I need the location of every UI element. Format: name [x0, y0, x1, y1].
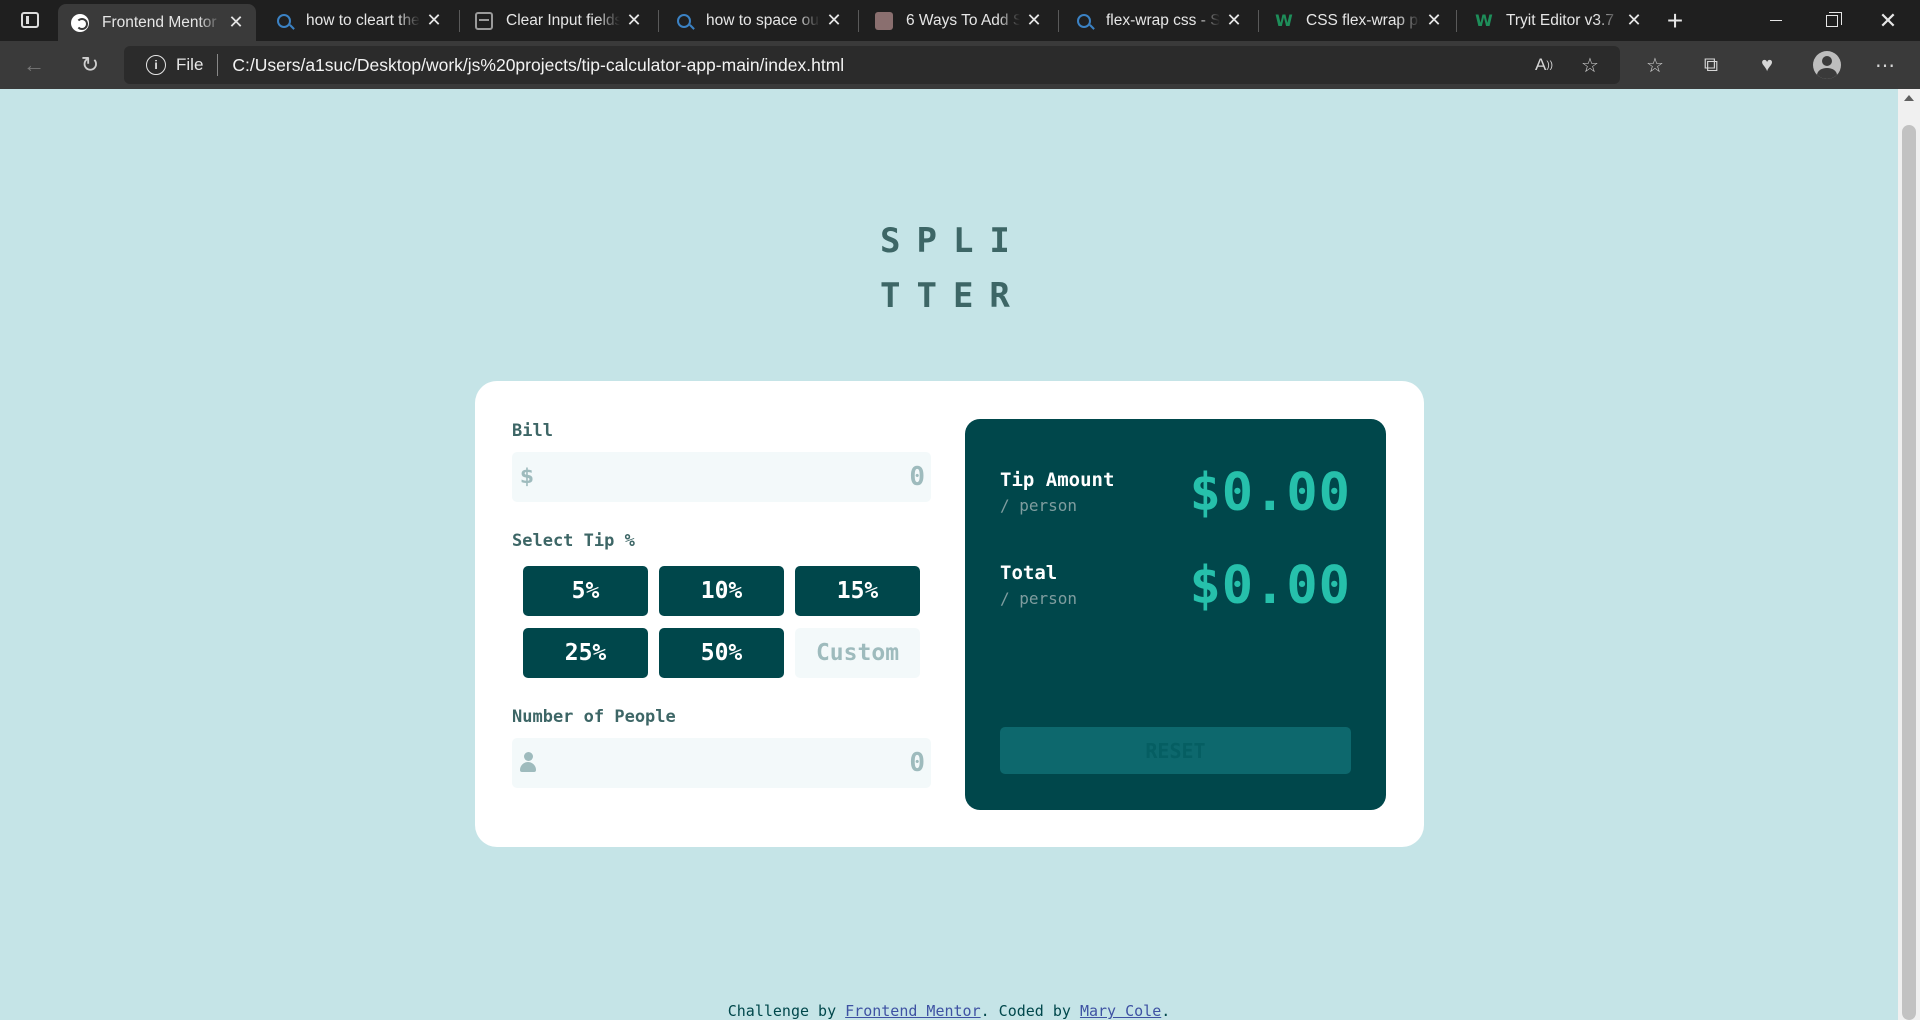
scroll-thumb[interactable] [1902, 125, 1916, 1020]
tab-tryit-editor[interactable]: W Tryit Editor v3.7 ✕ [1462, 0, 1654, 41]
reset-button[interactable]: RESET [1000, 727, 1351, 774]
close-icon: ✕ [1878, 7, 1898, 33]
profile-avatar-icon[interactable] [1813, 51, 1841, 79]
tab-separator [459, 10, 460, 32]
browser-tab-bar: Frontend Mentor ✕ how to cleart the ✕ Cl… [0, 0, 1920, 41]
minimize-icon [1770, 20, 1782, 21]
tip-amount-per-person: / person [1000, 496, 1078, 515]
dollar-icon: $ [520, 464, 534, 488]
tab-title: how to space out [706, 11, 820, 29]
tab-title: Clear Input fields [506, 11, 620, 29]
tip-50-button[interactable]: 50% [659, 628, 784, 678]
collections-icon[interactable]: ⧉ [1697, 51, 1725, 79]
read-aloud-icon[interactable]: A)) [1530, 51, 1558, 79]
results-panel: Tip Amount / person $0.00 Total / person… [965, 419, 1386, 810]
search-icon [274, 11, 294, 31]
custom-tip-field[interactable] [795, 628, 920, 678]
back-arrow-icon[interactable]: ← [20, 51, 48, 79]
favorites-icon[interactable]: ☆ [1641, 51, 1669, 79]
tab-frontend-mentor[interactable]: Frontend Mentor ✕ [58, 4, 256, 41]
tab-separator [858, 10, 859, 32]
close-tab-icon[interactable]: ✕ [1220, 7, 1248, 35]
tab-title: flex-wrap css - Se [1106, 11, 1220, 29]
close-tab-icon[interactable]: ✕ [820, 7, 848, 35]
add-favorite-icon[interactable]: ☆ [1576, 51, 1604, 79]
close-tab-icon[interactable]: ✕ [620, 7, 648, 35]
people-input[interactable] [512, 738, 931, 788]
page-scrollbar[interactable] [1898, 89, 1920, 1020]
minimize-button[interactable] [1748, 0, 1804, 41]
total-per-person: / person [1000, 589, 1078, 608]
splitter-logo: SPLI TTER [880, 214, 1030, 324]
restore-button[interactable] [1804, 0, 1860, 41]
author-link[interactable]: Mary Cole [1080, 1002, 1161, 1020]
restore-icon [1826, 11, 1842, 27]
total-title: Total [1000, 562, 1058, 584]
tab-separator [1258, 10, 1259, 32]
tip-amount-value: $0.00 [1189, 463, 1351, 523]
tab-clear-input[interactable]: Clear Input fields ✕ [462, 0, 654, 41]
refresh-icon[interactable]: ↻ [76, 51, 104, 79]
w3schools-icon: W [1275, 11, 1293, 30]
search-icon [1074, 11, 1094, 31]
tab-search-flex-wrap[interactable]: flex-wrap css - Se ✕ [1062, 0, 1254, 41]
more-options-icon[interactable]: ⋯ [1871, 51, 1899, 79]
tip-5-button[interactable]: 5% [523, 566, 648, 616]
browser-toolbar: ← ↻ i File C:/Users/a1suc/Desktop/work/j… [0, 41, 1920, 89]
person-icon [520, 752, 536, 774]
cube-icon [474, 11, 494, 31]
tip-15-button[interactable]: 15% [795, 566, 920, 616]
tab-ways-add-space[interactable]: 6 Ways To Add Sp ✕ [862, 0, 1054, 41]
cube-icon [874, 11, 894, 31]
close-tab-icon[interactable]: ✕ [420, 7, 448, 35]
tip-25-button[interactable]: 25% [523, 628, 648, 678]
browser-essentials-icon[interactable]: ♥ [1753, 51, 1781, 79]
logo-line-1: SPLI [880, 221, 1026, 261]
url-text[interactable]: C:/Users/a1suc/Desktop/work/js%20project… [232, 55, 844, 76]
select-tip-label: Select Tip % [512, 531, 635, 551]
frontend-mentor-link[interactable]: Frontend Mentor [845, 1002, 980, 1020]
address-bar[interactable]: i File C:/Users/a1suc/Desktop/work/js%20… [124, 46, 1620, 84]
tab-title: CSS flex-wrap pro [1306, 11, 1420, 29]
bill-field[interactable]: $ [512, 452, 931, 502]
bill-input[interactable] [512, 452, 931, 502]
bill-label: Bill [512, 421, 553, 441]
tip-10-button[interactable]: 10% [659, 566, 784, 616]
info-icon[interactable]: i [146, 55, 166, 75]
close-tab-icon[interactable]: ✕ [1020, 7, 1048, 35]
address-separator [217, 54, 219, 76]
people-label: Number of People [512, 707, 676, 727]
new-tab-button[interactable]: + [1660, 5, 1690, 36]
tab-title: how to cleart the [306, 11, 420, 29]
tip-amount-title: Tip Amount [1000, 469, 1115, 491]
close-window-button[interactable]: ✕ [1860, 0, 1916, 41]
people-field[interactable] [512, 738, 931, 788]
tab-separator [1058, 10, 1059, 32]
attribution-prefix: Challenge by [727, 1002, 846, 1020]
tab-search-clear[interactable]: how to cleart the ✕ [262, 0, 454, 41]
logo-line-2: TTER [880, 276, 1026, 316]
custom-tip-input[interactable] [795, 628, 920, 678]
attribution: Challenge by Frontend Mentor. Coded by M… [0, 1002, 1898, 1020]
calculator-card: Bill $ Select Tip % 5% 10% 15% 25% 50% N… [475, 381, 1424, 847]
w3schools-icon: W [1475, 11, 1493, 30]
close-tab-icon[interactable]: ✕ [222, 9, 250, 37]
tab-separator [658, 10, 659, 32]
search-icon [674, 11, 694, 31]
tab-separator [1456, 10, 1457, 32]
scheme-label: File [176, 55, 204, 74]
attribution-middle: . Coded by [980, 1002, 1080, 1020]
close-tab-icon[interactable]: ✕ [1420, 7, 1448, 35]
close-tab-icon[interactable]: ✕ [1620, 7, 1648, 35]
tab-title: Frontend Mentor [102, 13, 217, 31]
tab-actions-icon[interactable] [18, 9, 42, 31]
tab-title: Tryit Editor v3.7 [1506, 11, 1614, 29]
tab-search-space[interactable]: how to space out ✕ [662, 0, 854, 41]
total-value: $0.00 [1189, 556, 1351, 616]
frontend-mentor-icon [70, 13, 90, 33]
attribution-suffix: . [1161, 1002, 1171, 1020]
tab-css-flex-wrap[interactable]: W CSS flex-wrap pro ✕ [1262, 0, 1454, 41]
tab-title: 6 Ways To Add Sp [906, 11, 1020, 29]
scroll-up-icon[interactable] [1904, 95, 1914, 101]
